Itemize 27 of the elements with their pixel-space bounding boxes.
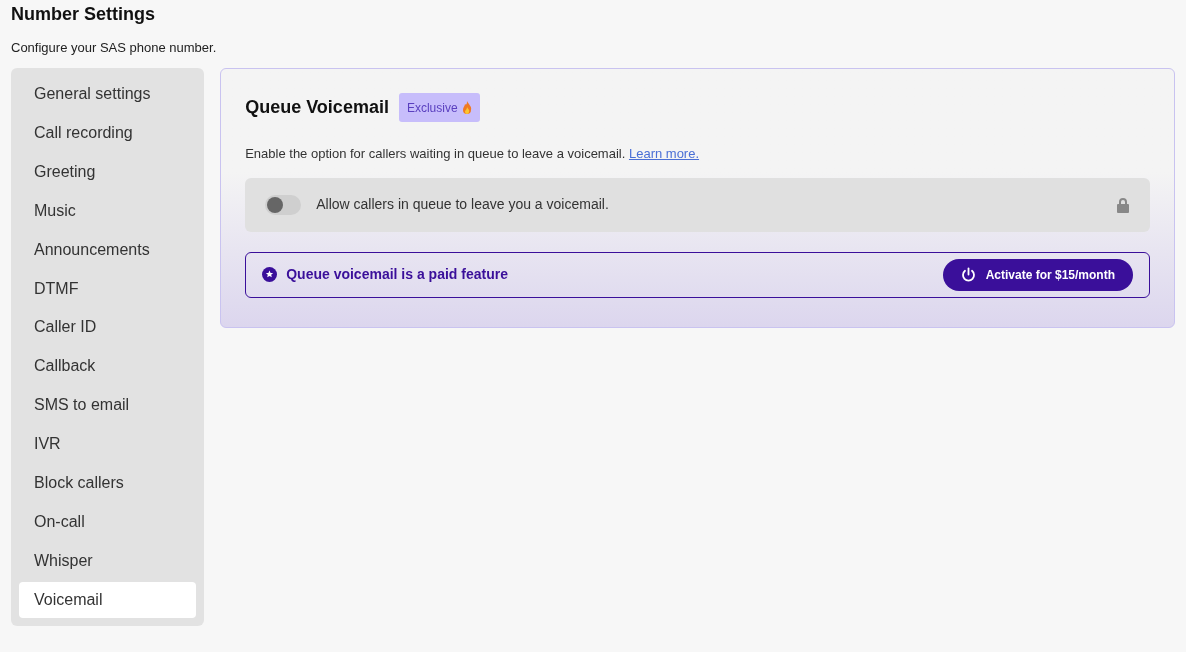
toggle-switch[interactable] [265, 194, 302, 215]
sidebar-item[interactable]: Voicemail [19, 582, 197, 618]
page-subtitle: Configure your SAS phone number. [11, 40, 218, 56]
star-badge-icon [262, 267, 278, 282]
activate-button[interactable]: Activate for $15/month [942, 258, 1133, 291]
sidebar-item[interactable]: Callback [19, 348, 197, 385]
section-title: Queue Voicemail [245, 96, 389, 119]
sidebar-item[interactable]: On-call [19, 504, 197, 541]
sidebar-item[interactable]: Greeting [19, 153, 197, 190]
setting-label: Allow callers in queue to leave you a voicemail. [316, 195, 610, 214]
sidebar-item[interactable]: Announcements [19, 231, 197, 268]
exclusive-badge: Exclusive [398, 93, 480, 122]
sidebar-item[interactable]: SMS to email [19, 387, 197, 424]
page-title: Number Settings [11, 4, 157, 24]
sidebar-item[interactable]: Music [19, 192, 197, 229]
sidebar-item[interactable]: Caller ID [19, 309, 197, 346]
learn-more-link[interactable]: Learn more. [628, 146, 700, 161]
sidebar-item[interactable]: Whisper [19, 543, 197, 579]
flame-icon [461, 101, 472, 114]
sidebar-item[interactable]: Call recording [19, 114, 197, 151]
sidebar-item[interactable]: Block callers [19, 465, 197, 502]
paid-feature-text: Queue voicemail is a paid feature [286, 265, 509, 284]
power-icon [960, 267, 976, 282]
sidebar-item[interactable]: IVR [19, 426, 197, 463]
sidebar-item[interactable]: General settings [19, 76, 197, 112]
description: Enable the option for callers waiting in queue to leave a voicemail. Learn more. [245, 145, 701, 163]
sidebar-item[interactable]: DTMF [19, 270, 197, 307]
